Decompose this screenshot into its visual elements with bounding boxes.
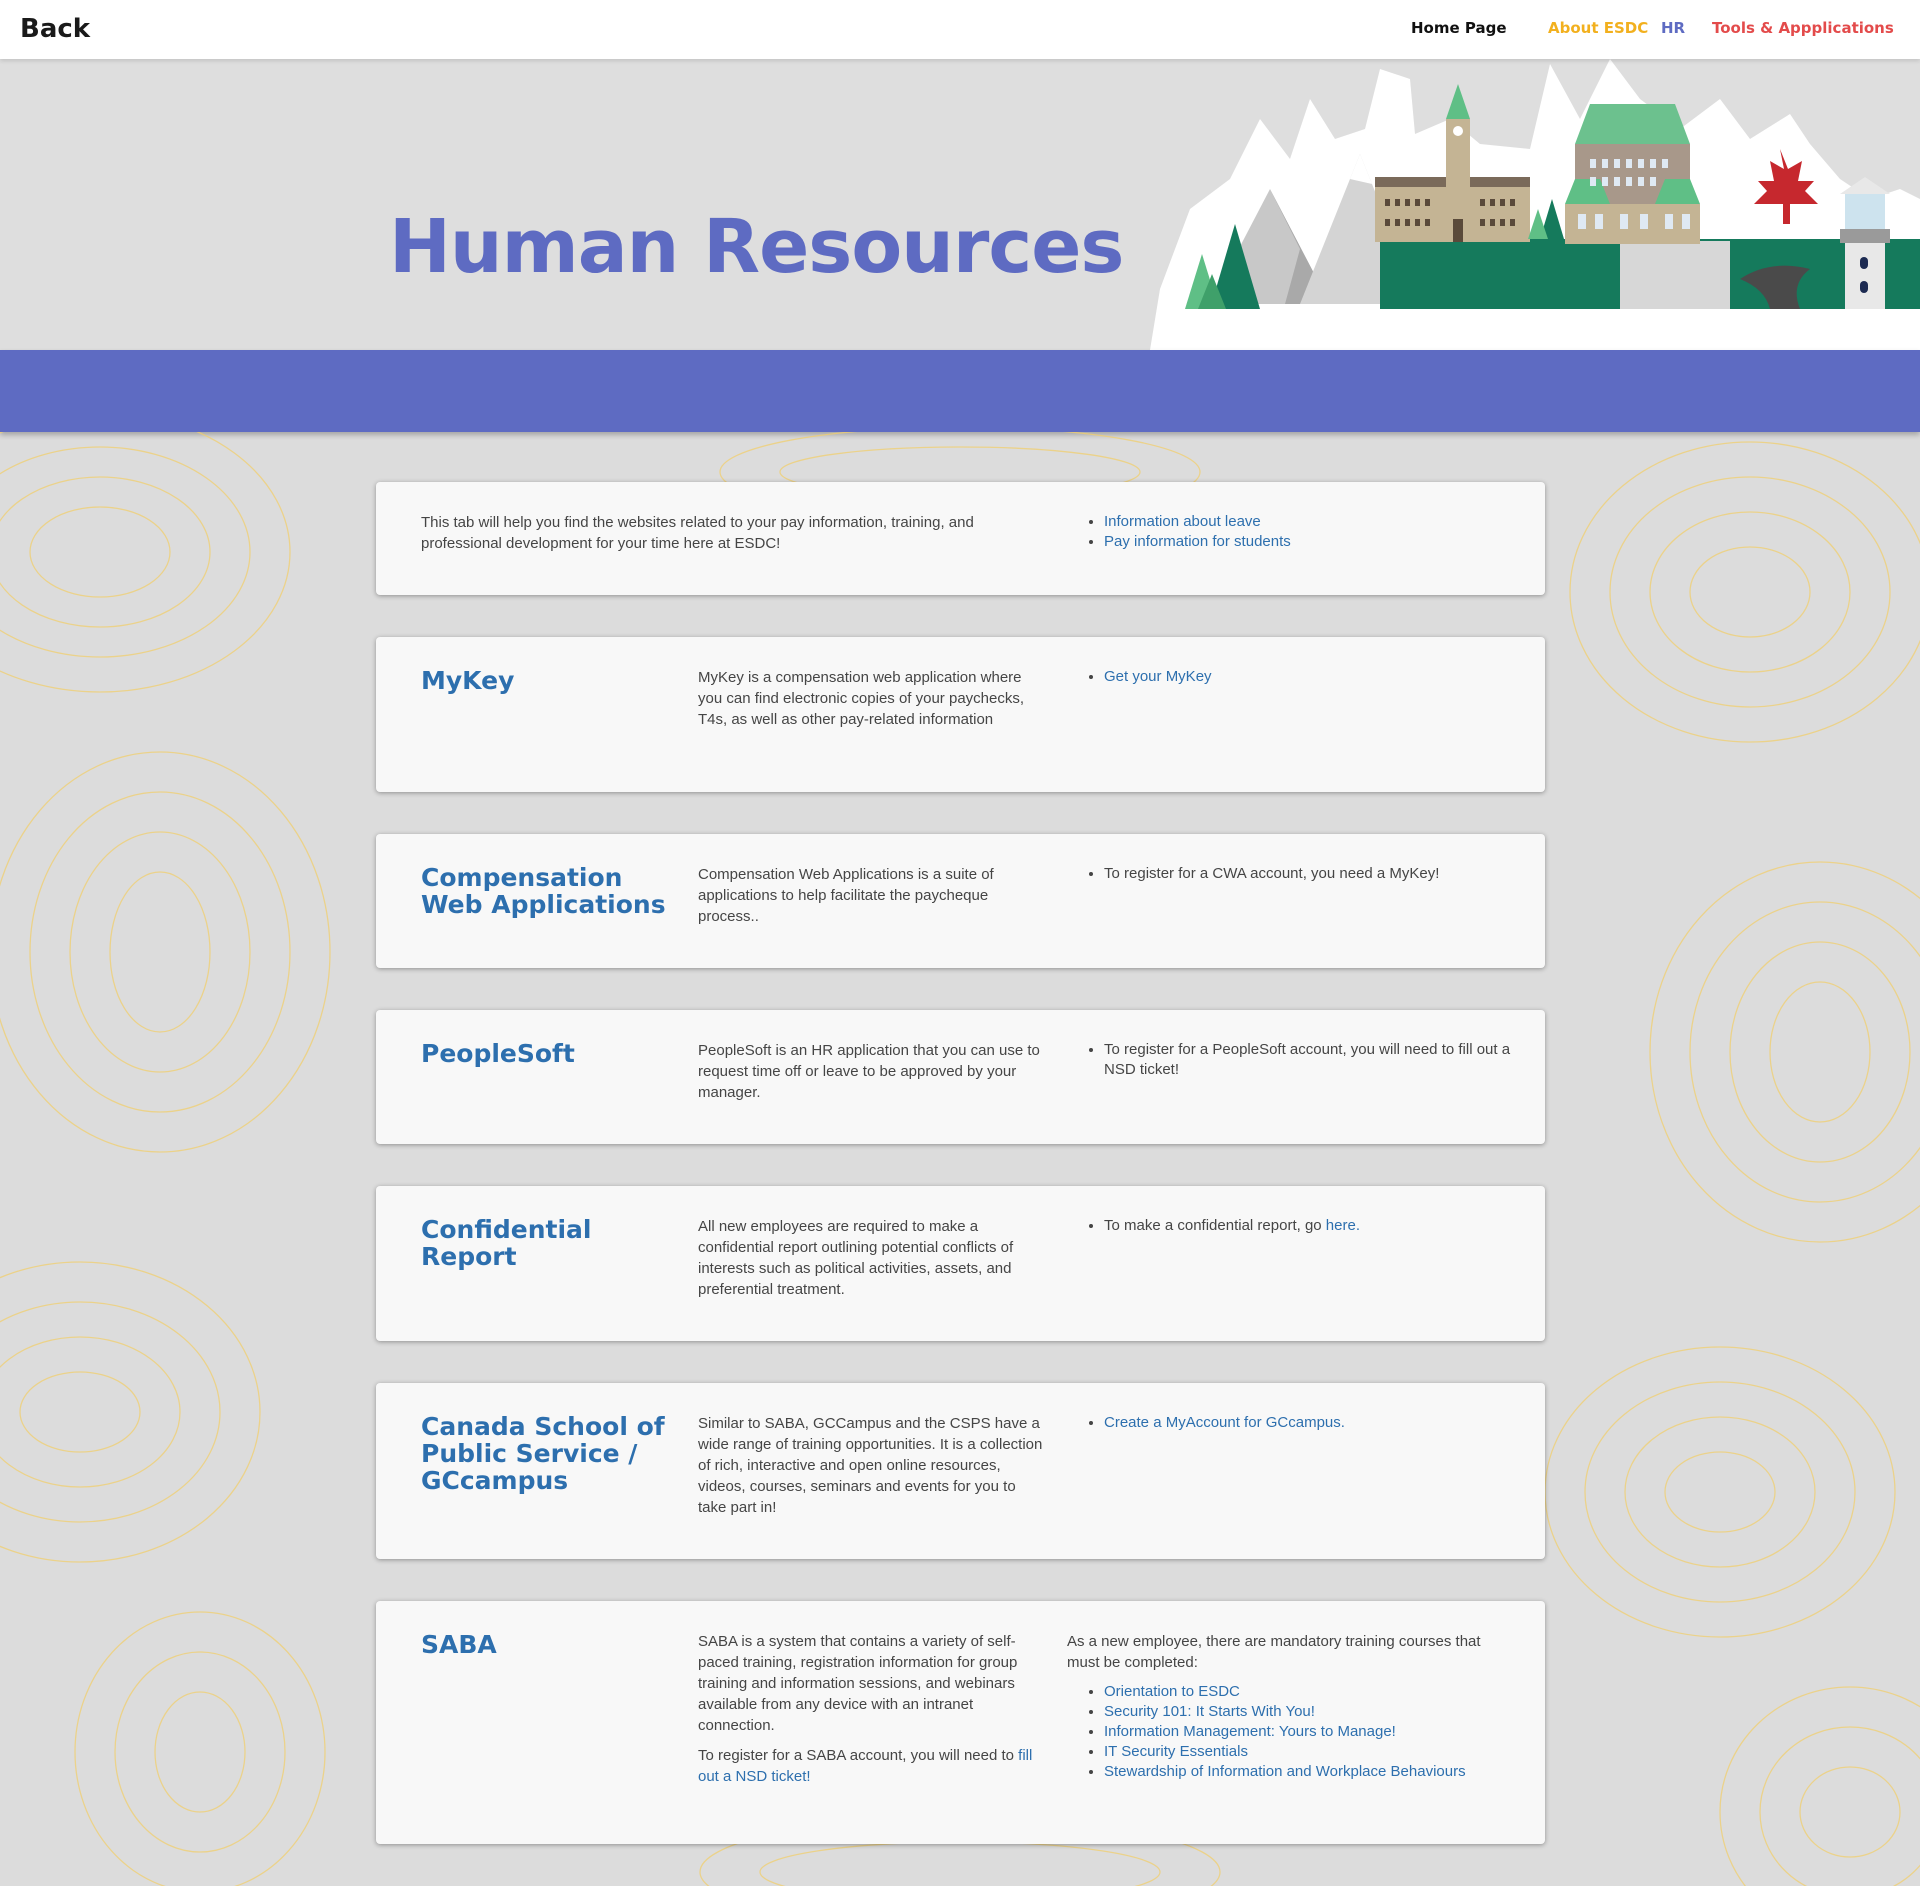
intro-card: This tab will help you find the websites… bbox=[376, 482, 1545, 595]
card-title: MyKey bbox=[421, 666, 515, 695]
card-title: Canada School of Public Service / GCcamp… bbox=[421, 1412, 665, 1495]
nav-tools-applications[interactable]: Tools & Appplications bbox=[1712, 19, 1894, 37]
card-peoplesoft: PeopleSoft PeopleSoft is an HR applicati… bbox=[376, 1010, 1545, 1144]
link-course-stewardship[interactable]: Stewardship of Information and Workplace… bbox=[1104, 1763, 1466, 1780]
link-course-orientation[interactable]: Orientation to ESDC bbox=[1104, 1683, 1240, 1700]
card-mykey: MyKey MyKey is a compensation web applic… bbox=[376, 637, 1545, 792]
card-description: PeopleSoft is an HR application that you… bbox=[698, 1042, 1040, 1101]
intro-links: Information about leave Pay information … bbox=[1076, 512, 1516, 552]
accent-band bbox=[0, 350, 1920, 432]
card-description: MyKey is a compensation web application … bbox=[698, 669, 1025, 728]
canada-landmarks-illustration bbox=[1150, 59, 1920, 350]
card-notes: To register for a CWA account, you need … bbox=[1076, 864, 1516, 884]
nav-home-page[interactable]: Home Page bbox=[1411, 19, 1507, 37]
mandatory-courses: As a new employee, there are mandatory t… bbox=[1067, 1631, 1517, 1782]
saba-register-text: To register for a SABA account, you will… bbox=[698, 1745, 1043, 1787]
card-links: Get your MyKey bbox=[1076, 667, 1516, 687]
link-course-security-101[interactable]: Security 101: It Starts With You! bbox=[1104, 1703, 1315, 1720]
intro-text: This tab will help you find the websites… bbox=[421, 514, 974, 552]
back-link[interactable]: Back bbox=[20, 14, 90, 44]
card-notes: To register for a PeopleSoft account, yo… bbox=[1076, 1040, 1516, 1080]
mandatory-courses-intro: As a new employee, there are mandatory t… bbox=[1067, 1633, 1481, 1671]
list-item: To register for a CWA account, you need … bbox=[1104, 864, 1516, 884]
card-title: Confidential Report bbox=[421, 1215, 592, 1271]
card-canada-school-public-service: Canada School of Public Service / GCcamp… bbox=[376, 1383, 1545, 1559]
card-title: SABA bbox=[421, 1630, 497, 1659]
card-saba: SABA SABA is a system that contains a va… bbox=[376, 1601, 1545, 1844]
link-course-information-management[interactable]: Information Management: Yours to Manage! bbox=[1104, 1723, 1396, 1740]
card-title: Compensation Web Applications bbox=[421, 863, 666, 919]
link-information-about-leave[interactable]: Information about leave bbox=[1104, 513, 1261, 530]
card-notes: To make a confidential report, go here. bbox=[1076, 1216, 1516, 1236]
card-description: Compensation Web Applications is a suite… bbox=[698, 866, 994, 925]
link-confidential-report-here[interactable]: here. bbox=[1326, 1217, 1360, 1234]
card-confidential-report: Confidential Report All new employees ar… bbox=[376, 1186, 1545, 1341]
card-title: PeopleSoft bbox=[421, 1039, 575, 1068]
list-item-text: To make a confidential report, go bbox=[1104, 1217, 1326, 1234]
link-course-it-security[interactable]: IT Security Essentials bbox=[1104, 1743, 1248, 1760]
card-description: Similar to SABA, GCCampus and the CSPS h… bbox=[698, 1415, 1043, 1516]
link-get-mykey[interactable]: Get your MyKey bbox=[1104, 668, 1212, 685]
top-navigation-bar: Back Home Page About ESDC HR Tools & App… bbox=[0, 0, 1920, 59]
card-compensation-web-applications: Compensation Web Applications Compensati… bbox=[376, 834, 1545, 968]
saba-description: SABA is a system that contains a variety… bbox=[698, 1633, 1018, 1734]
link-create-myaccount-gccampus[interactable]: Create a MyAccount for GCcampus. bbox=[1104, 1414, 1345, 1431]
card-description: All new employees are required to make a… bbox=[698, 1218, 1014, 1298]
list-item: To make a confidential report, go here. bbox=[1104, 1216, 1516, 1236]
saba-register-prefix: To register for a SABA account, you will… bbox=[698, 1747, 1019, 1764]
page-title: Human Resources bbox=[389, 204, 1124, 290]
card-description: SABA is a system that contains a variety… bbox=[698, 1631, 1043, 1787]
hero-banner: Human Resources bbox=[0, 59, 1920, 350]
link-pay-information-students[interactable]: Pay information for students bbox=[1104, 533, 1291, 550]
card-links: Create a MyAccount for GCcampus. bbox=[1076, 1413, 1516, 1433]
nav-about-esdc[interactable]: About ESDC bbox=[1548, 19, 1648, 37]
nav-hr[interactable]: HR bbox=[1661, 19, 1685, 37]
list-item: To register for a PeopleSoft account, yo… bbox=[1104, 1040, 1516, 1080]
